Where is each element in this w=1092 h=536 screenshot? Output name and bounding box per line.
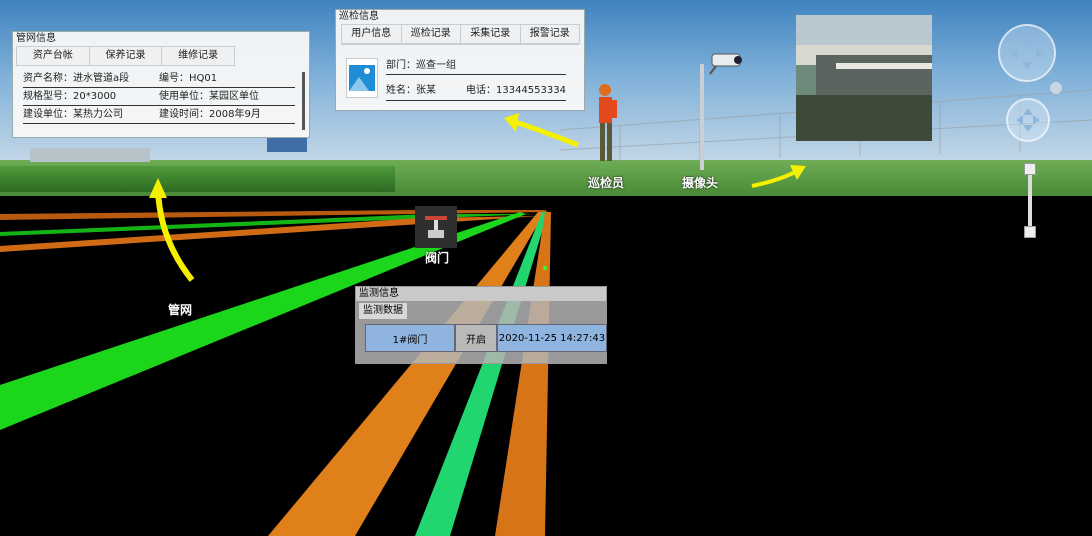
zoom-in-icon[interactable] xyxy=(1024,163,1036,175)
label-pipe: 管网 xyxy=(168,303,193,317)
monitor-panel-title: 监测信息 xyxy=(356,287,606,301)
department-label: 部门：巡查一组 xyxy=(386,58,566,75)
builder-unit: 建设单位：某热力公司 xyxy=(23,109,123,120)
phone-label: 电话：13344553334 xyxy=(466,85,566,96)
label-camera: 摄像头 xyxy=(682,176,719,190)
pipe-panel-title: 管网信息 xyxy=(16,33,56,44)
pipe-info-panel: 管网信息 资产台帐 保养记录 维修记录 资产名称：进水管道a段 编号：HQ01 … xyxy=(12,31,310,138)
tab-monitor-data[interactable]: 监测数据 xyxy=(358,302,408,320)
pipe-panel-scrollbar[interactable] xyxy=(302,72,305,130)
zoom-slider-handle[interactable] xyxy=(1024,226,1036,238)
patrol-info-panel: 巡检信息 用户信息 巡检记录 采集记录 报警记录 部门：巡查一组 姓名：张某 电… xyxy=(335,9,585,111)
pan-arrows-icon xyxy=(1010,36,1044,70)
tilt-arrows-icon xyxy=(1016,108,1040,132)
tab-collect-records[interactable]: 采集记录 xyxy=(460,24,521,44)
avatar xyxy=(346,58,378,98)
tab-user-info[interactable]: 用户信息 xyxy=(341,24,402,44)
valve-name-cell: 1#阀门 xyxy=(365,324,455,352)
tab-repair-records[interactable]: 维修记录 xyxy=(161,46,236,66)
name-label: 姓名：张某 xyxy=(386,85,436,96)
label-valve: 阀门 xyxy=(425,251,450,265)
zoom-slider-track[interactable] xyxy=(1028,166,1032,234)
3d-scene[interactable]: 管网 阀门 巡检员 摄像头 管网信息 资产台帐 保养记录 维修记录 资产名称：进… xyxy=(0,0,1092,536)
tab-patrol-records[interactable]: 巡检记录 xyxy=(400,24,461,44)
patrol-panel-title: 巡检信息 xyxy=(339,11,379,22)
tab-alarm-records[interactable]: 报警记录 xyxy=(519,24,580,44)
patrol-panel-tabs: 用户信息 巡检记录 采集记录 报警记录 xyxy=(341,24,580,45)
build-time: 建设时间：2008年9月 xyxy=(159,109,261,120)
monitor-info-panel: 监测信息 监测数据 1#阀门 开启 2020-11-25 14:27:43 xyxy=(355,286,607,364)
tab-asset-ledger[interactable]: 资产台帐 xyxy=(16,46,90,66)
user-unit: 使用单位：某园区单位 xyxy=(159,91,259,102)
pipe-info-row: 建设单位：某热力公司 建设时间：2008年9月 xyxy=(23,106,295,124)
tab-maintenance-records[interactable]: 保养记录 xyxy=(88,46,163,66)
monitor-data-table: 1#阀门 开启 2020-11-25 14:27:43 xyxy=(365,324,607,352)
pipe-info-row: 规格型号：20*3000 使用单位：某园区单位 xyxy=(23,88,295,106)
pipe-panel-tabs: 资产台帐 保养记录 维修记录 xyxy=(16,46,236,66)
image-placeholder-icon xyxy=(349,65,375,91)
timestamp-cell: 2020-11-25 14:27:43 xyxy=(497,324,607,352)
label-patrol: 巡检员 xyxy=(588,176,625,190)
rotate-control[interactable] xyxy=(998,24,1056,82)
valve-status-cell: 开启 xyxy=(455,324,497,352)
asset-code: 编号：HQ01 xyxy=(159,73,218,84)
pipe-info-row: 资产名称：进水管道a段 编号：HQ01 xyxy=(23,70,295,88)
person-info: 姓名：张某 电话：13344553334 xyxy=(386,82,566,101)
asset-name: 资产名称：进水管道a段 xyxy=(23,73,130,84)
compass-dot xyxy=(1050,82,1062,94)
tilt-control[interactable] xyxy=(1006,98,1050,142)
spec-model: 规格型号：20*3000 xyxy=(23,91,117,102)
